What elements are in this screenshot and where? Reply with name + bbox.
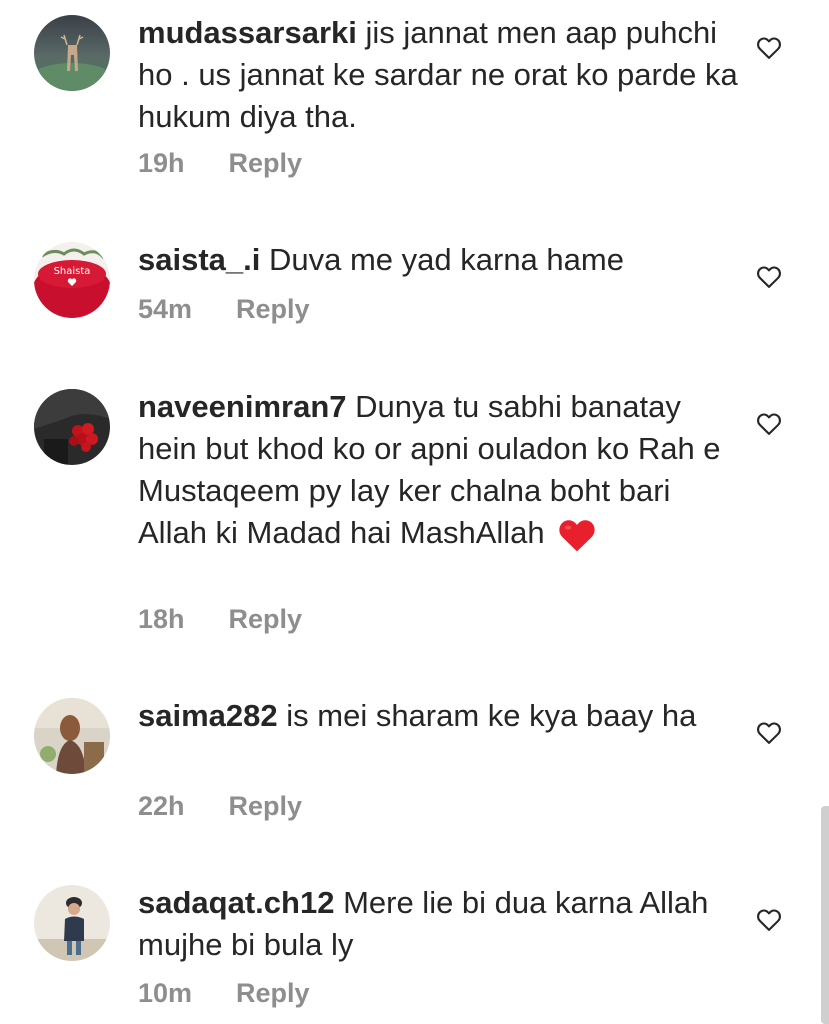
like-heart-icon[interactable]	[755, 410, 783, 438]
comment-username[interactable]: naveenimran7	[138, 389, 347, 424]
comment-time: 54m	[138, 294, 193, 324]
comment-time: 22h	[138, 791, 185, 821]
shaista-avatar-icon: Shaista	[34, 242, 110, 318]
comment-time: 10m	[138, 978, 193, 1008]
comment-body: saista_.i Duva me yad karna hame	[138, 239, 738, 281]
scrollbar[interactable]	[821, 806, 829, 1024]
like-heart-icon[interactable]	[755, 34, 783, 62]
like-heart-icon[interactable]	[755, 906, 783, 934]
reply-button[interactable]: Reply	[236, 294, 310, 325]
comment-text: Duva me yad karna hame	[269, 242, 624, 277]
comment-body: saima282 is mei sharam ke kya baay ha	[138, 695, 738, 737]
woman-avatar-icon	[34, 698, 110, 774]
avatar[interactable]	[34, 698, 110, 774]
avatar-text: Shaista	[54, 266, 91, 277]
avatar[interactable]	[34, 389, 110, 465]
comment-meta: 54m Reply	[138, 294, 310, 325]
comment-body: sadaqat.ch12 Mere lie bi dua karna Allah…	[138, 882, 738, 966]
comment-meta: 19h Reply	[138, 148, 302, 179]
comment-time: 18h	[138, 604, 185, 634]
like-heart-icon[interactable]	[755, 719, 783, 747]
comment-username[interactable]: sadaqat.ch12	[138, 885, 334, 920]
like-heart-icon[interactable]	[755, 263, 783, 291]
comment-username[interactable]: mudassarsarki	[138, 15, 357, 50]
child-avatar-icon	[34, 885, 110, 961]
comment-meta: 18h Reply	[138, 604, 302, 635]
comment-username[interactable]: saima282	[138, 698, 278, 733]
comment-text: is mei sharam ke kya baay ha	[286, 698, 697, 733]
comment-body: mudassarsarki jis jannat men aap puhchi …	[138, 12, 738, 138]
comment-meta: 22h Reply	[138, 791, 302, 822]
avatar[interactable]	[34, 15, 110, 91]
comment-time: 19h	[138, 148, 185, 178]
deer-avatar-icon	[34, 15, 110, 91]
reply-button[interactable]: Reply	[229, 148, 303, 179]
comment-body: naveenimran7 Dunya tu sabhi banatay hein…	[138, 386, 738, 554]
avatar[interactable]: Shaista	[34, 242, 110, 318]
reply-button[interactable]: Reply	[236, 978, 310, 1009]
comment-meta: 10m Reply	[138, 978, 310, 1009]
red-heart-emoji-icon	[559, 520, 595, 552]
comment-username[interactable]: saista_.i	[138, 242, 260, 277]
reply-button[interactable]: Reply	[229, 791, 303, 822]
roses-avatar-icon	[34, 389, 110, 465]
reply-button[interactable]: Reply	[229, 604, 303, 635]
avatar[interactable]	[34, 885, 110, 961]
